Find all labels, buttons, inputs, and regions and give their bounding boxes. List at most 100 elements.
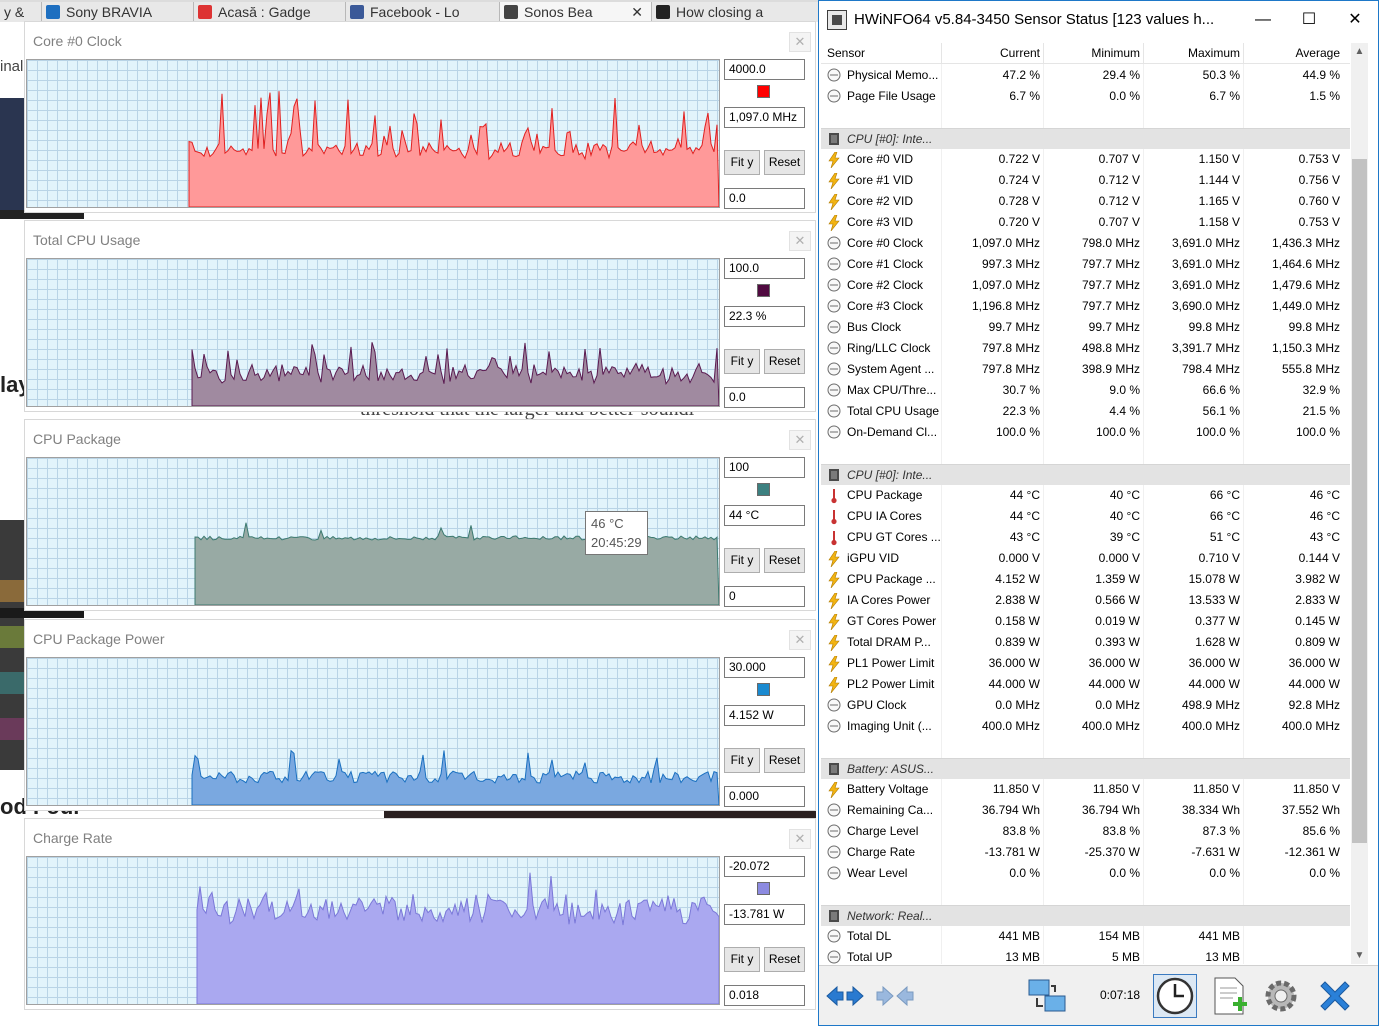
- fit-y-button[interactable]: Fit y: [724, 349, 760, 374]
- browser-tab[interactable]: Acasă : Gadge: [194, 2, 346, 22]
- sensor-row[interactable]: Core #3 VID 0.720 V 0.707 V 1.158 V 0.753 V: [821, 212, 1350, 233]
- timer-button[interactable]: [1153, 974, 1197, 1018]
- browser-tab[interactable]: Sonos Bea ✕: [500, 2, 652, 22]
- fit-y-button[interactable]: Fit y: [724, 150, 760, 175]
- sensor-row[interactable]: On-Demand Cl... 100.0 % 100.0 % 100.0 % 100.…: [821, 422, 1350, 443]
- browser-tab[interactable]: y &: [0, 2, 42, 22]
- sensor-row[interactable]: Physical Memo... 47.2 % 29.4 % 50.3 % 44.9 %: [821, 65, 1350, 86]
- sensor-row[interactable]: Charge Level 83.8 % 83.8 % 87.3 % 85.6 %: [821, 821, 1350, 842]
- sensor-row[interactable]: CPU Package ... 4.152 W 1.359 W 15.078 W 3.9…: [821, 569, 1350, 590]
- sensor-group-row[interactable]: CPU [#0]: Inte...: [821, 128, 1350, 149]
- expand-button[interactable]: [823, 974, 867, 1018]
- graph-min-input[interactable]: 0.000: [724, 786, 805, 807]
- graph-window[interactable]: CPU Package Power ✕ 30.000 4.152 W Fit y Rese…: [24, 619, 816, 811]
- reset-button[interactable]: Reset: [764, 349, 805, 374]
- fit-y-button[interactable]: Fit y: [724, 748, 760, 773]
- sensor-row[interactable]: GT Cores Power 0.158 W 0.019 W 0.377 W 0.145…: [821, 611, 1350, 632]
- reset-button[interactable]: Reset: [764, 947, 805, 972]
- sensor-row[interactable]: Remaining Ca... 36.794 Wh 36.794 Wh 38.334 …: [821, 800, 1350, 821]
- col-current[interactable]: Current: [941, 46, 1040, 60]
- graph-min-input[interactable]: 0.018: [724, 985, 805, 1006]
- graph-plot[interactable]: [26, 657, 720, 806]
- sensor-row[interactable]: Imaging Unit (... 400.0 MHz 400.0 MHz 400.0…: [821, 716, 1350, 737]
- sensor-row[interactable]: GPU Clock 0.0 MHz 0.0 MHz 498.9 MHz 92.8 MHz: [821, 695, 1350, 716]
- vertical-scrollbar[interactable]: ▲ ▼: [1351, 43, 1368, 964]
- sensor-row[interactable]: IA Cores Power 2.838 W 0.566 W 13.533 W 2.83…: [821, 590, 1350, 611]
- browser-tab[interactable]: Sony BRAVIA: [42, 2, 194, 22]
- graph-max-input[interactable]: 100.0: [724, 258, 805, 279]
- sensor-row[interactable]: Max CPU/Thre... 30.7 % 9.0 % 66.6 % 32.9 %: [821, 380, 1350, 401]
- sensor-row[interactable]: Total UP 13 MB 5 MB 13 MB: [821, 947, 1350, 964]
- maximize-button[interactable]: ☐: [1286, 1, 1332, 39]
- graph-max-input[interactable]: -20.072: [724, 856, 805, 877]
- sensor-row[interactable]: CPU Package 44 °C 40 °C 66 °C 46 °C: [821, 485, 1350, 506]
- close-button[interactable]: ✕: [1332, 1, 1378, 39]
- sensor-row[interactable]: Core #0 VID 0.722 V 0.707 V 1.150 V 0.753 V: [821, 149, 1350, 170]
- tab-close-icon[interactable]: ✕: [631, 2, 643, 22]
- sensor-row[interactable]: Bus Clock 99.7 MHz 99.7 MHz 99.8 MHz 99.8 MH…: [821, 317, 1350, 338]
- graph-window[interactable]: CPU Package ✕ 100 44 °C Fit y Reset 0 46 °C 20:4…: [24, 419, 816, 611]
- graph-min-input[interactable]: 0: [724, 586, 805, 607]
- scroll-thumb[interactable]: [1352, 159, 1367, 843]
- sensor-row[interactable]: Core #1 VID 0.724 V 0.712 V 1.144 V 0.756 V: [821, 170, 1350, 191]
- sensor-row[interactable]: Core #2 VID 0.728 V 0.712 V 1.165 V 0.760 V: [821, 191, 1350, 212]
- collapse-button[interactable]: [873, 974, 917, 1018]
- scroll-down-icon[interactable]: ▼: [1351, 947, 1368, 964]
- sensor-row[interactable]: Core #3 Clock 1,196.8 MHz 797.7 MHz 3,690.0…: [821, 296, 1350, 317]
- col-minimum[interactable]: Minimum: [1043, 46, 1140, 60]
- sensor-group-row[interactable]: Battery: ASUS...: [821, 758, 1350, 779]
- graph-color-swatch[interactable]: [757, 284, 770, 297]
- graph-plot[interactable]: [26, 59, 720, 208]
- exit-button[interactable]: [1313, 974, 1357, 1018]
- sensor-group-row[interactable]: CPU [#0]: Inte...: [821, 464, 1350, 485]
- sensor-row[interactable]: Core #1 Clock 997.3 MHz 797.7 MHz 3,691.0 M…: [821, 254, 1350, 275]
- graph-max-input[interactable]: 30.000: [724, 657, 805, 678]
- sensor-row[interactable]: PL2 Power Limit 44.000 W 44.000 W 44.000 W 4…: [821, 674, 1350, 695]
- graph-min-input[interactable]: 0.0: [724, 188, 805, 209]
- sensor-row[interactable]: Total CPU Usage 22.3 % 4.4 % 56.1 % 21.5 %: [821, 401, 1350, 422]
- network-button[interactable]: [1025, 974, 1069, 1018]
- sensor-row[interactable]: CPU IA Cores 44 °C 40 °C 66 °C 46 °C: [821, 506, 1350, 527]
- browser-tab[interactable]: Facebook - Lo: [346, 2, 500, 22]
- fit-y-button[interactable]: Fit y: [724, 548, 760, 573]
- graph-color-swatch[interactable]: [757, 683, 770, 696]
- graph-close-icon[interactable]: ✕: [789, 231, 811, 251]
- sensor-row[interactable]: Core #2 Clock 1,097.0 MHz 797.7 MHz 3,691.0…: [821, 275, 1350, 296]
- graph-color-swatch[interactable]: [757, 882, 770, 895]
- graph-close-icon[interactable]: ✕: [789, 829, 811, 849]
- minimize-button[interactable]: —: [1240, 1, 1286, 39]
- col-maximum[interactable]: Maximum: [1143, 46, 1240, 60]
- graph-max-input[interactable]: 100: [724, 457, 805, 478]
- sensor-row[interactable]: PL1 Power Limit 36.000 W 36.000 W 36.000 W 3…: [821, 653, 1350, 674]
- sensor-row[interactable]: Total DL 441 MB 154 MB 441 MB: [821, 926, 1350, 947]
- sensor-table[interactable]: Sensor Current Minimum Maximum Average P…: [821, 43, 1350, 964]
- graph-window[interactable]: Charge Rate ✕ -20.072 -13.781 W Fit y Reset 0.…: [24, 818, 816, 1010]
- sensor-row[interactable]: CPU GT Cores ... 43 °C 39 °C 51 °C 43 °C: [821, 527, 1350, 548]
- settings-button[interactable]: [1259, 974, 1303, 1018]
- sensor-row[interactable]: Total DRAM P... 0.839 W 0.393 W 1.628 W 0.80…: [821, 632, 1350, 653]
- col-sensor[interactable]: Sensor: [827, 46, 865, 60]
- reset-button[interactable]: Reset: [764, 548, 805, 573]
- sensor-row[interactable]: Core #0 Clock 1,097.0 MHz 798.0 MHz 3,691.0…: [821, 233, 1350, 254]
- sensor-row[interactable]: iGPU VID 0.000 V 0.000 V 0.710 V 0.144 V: [821, 548, 1350, 569]
- graph-min-input[interactable]: 0.0: [724, 387, 805, 408]
- graph-color-swatch[interactable]: [757, 85, 770, 98]
- report-button[interactable]: [1207, 974, 1251, 1018]
- browser-tab[interactable]: How closing a: [652, 2, 820, 22]
- sensor-row[interactable]: System Agent ... 797.8 MHz 398.9 MHz 798.4 …: [821, 359, 1350, 380]
- scroll-up-icon[interactable]: ▲: [1351, 43, 1368, 60]
- graph-window[interactable]: Total CPU Usage ✕ 100.0 22.3 % Fit y Reset 0.0: [24, 220, 816, 412]
- sensor-row[interactable]: Page File Usage 6.7 % 0.0 % 6.7 % 1.5 %: [821, 86, 1350, 107]
- sensor-row[interactable]: Ring/LLC Clock 797.8 MHz 498.8 MHz 3,391.7 …: [821, 338, 1350, 359]
- graph-close-icon[interactable]: ✕: [789, 430, 811, 450]
- sensor-row[interactable]: Battery Voltage 11.850 V 11.850 V 11.850 V 1…: [821, 779, 1350, 800]
- reset-button[interactable]: Reset: [764, 748, 805, 773]
- sensor-group-row[interactable]: Network: Real...: [821, 905, 1350, 926]
- col-average[interactable]: Average: [1243, 46, 1340, 60]
- graph-close-icon[interactable]: ✕: [789, 32, 811, 52]
- graph-plot[interactable]: [26, 258, 720, 407]
- hwinfo-titlebar[interactable]: HWiNFO64 v5.84-3450 Sensor Status [123 v…: [819, 1, 1378, 39]
- fit-y-button[interactable]: Fit y: [724, 947, 760, 972]
- sensor-row[interactable]: Charge Rate -13.781 W -25.370 W -7.631 W -12…: [821, 842, 1350, 863]
- graph-window[interactable]: Core #0 Clock ✕ 4000.0 1,097.0 MHz Fit y Rese…: [24, 21, 816, 213]
